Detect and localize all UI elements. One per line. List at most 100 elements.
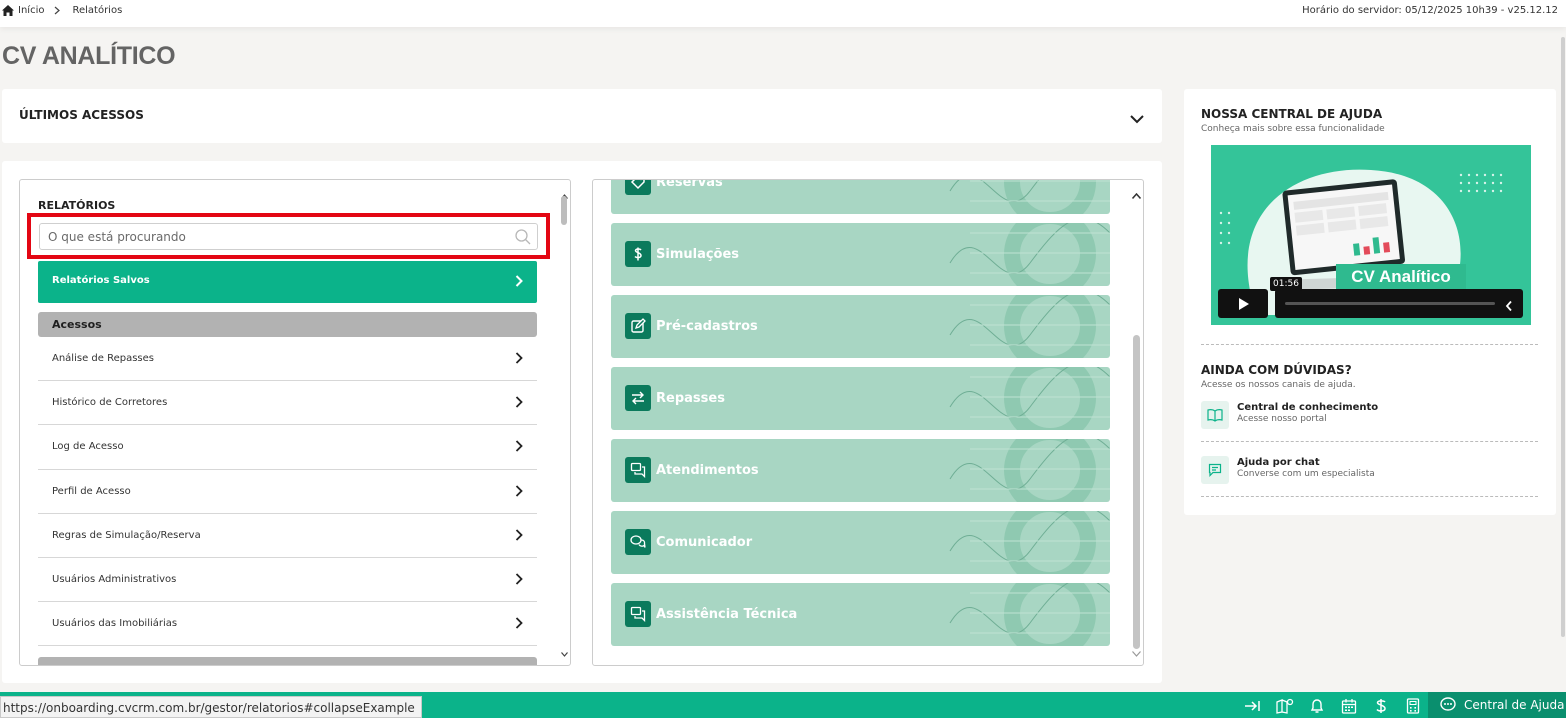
report-item-label: Histórico de Corretores <box>52 397 168 409</box>
calculator-icon[interactable] <box>1403 697 1422 715</box>
calendar-icon[interactable] <box>1339 697 1358 715</box>
report-item-label: Log de Acesso <box>52 441 124 453</box>
group-header-acessos[interactable]: Acessos <box>38 312 537 337</box>
breadcrumb-home[interactable]: Início <box>18 5 44 16</box>
edit-icon <box>625 313 651 339</box>
scrollbar-thumb[interactable] <box>561 196 567 225</box>
recent-access-panel[interactable]: ÚLTIMOS ACESSOS <box>2 89 1162 143</box>
module-card-comunicador[interactable]: Comunicador <box>611 511 1110 574</box>
chevron-right-icon <box>54 6 61 15</box>
help-panel: NOSSA CENTRAL DE AJUDA Conheça mais sobr… <box>1184 89 1556 515</box>
scroll-up-icon[interactable] <box>1131 184 1142 203</box>
video-progress[interactable] <box>1285 302 1495 305</box>
chevron-right-icon <box>515 529 523 544</box>
module-card-atendimentos[interactable]: Atendimentos <box>611 439 1110 502</box>
chat-icon <box>625 457 651 483</box>
book-icon <box>1201 401 1229 429</box>
saved-reports-label: Relatórios Salvos <box>52 275 150 286</box>
saved-reports-button[interactable]: Relatórios Salvos <box>38 261 537 303</box>
chat-help-link[interactable]: Ajuda por chat Converse com um especiali… <box>1201 456 1538 486</box>
doubts-subtitle: Acesse os nossos canais de ajuda. <box>1201 380 1356 390</box>
play-button[interactable] <box>1218 289 1268 318</box>
link-desc: Acesse nosso portal <box>1237 414 1327 424</box>
report-item[interactable]: Usuários das Imobiliárias <box>38 602 537 647</box>
scrollbar-thumb[interactable] <box>1133 335 1140 649</box>
modules-scrollbar[interactable] <box>1129 180 1143 665</box>
chevron-right-icon <box>515 396 523 411</box>
chevron-right-icon <box>515 440 523 455</box>
chevron-right-icon <box>515 275 523 290</box>
collapse-icon[interactable] <box>1243 697 1262 715</box>
report-item[interactable]: Análise de Repasses <box>38 337 537 382</box>
module-card-assistencia-tecnica[interactable]: Assistência Técnica <box>611 583 1110 646</box>
chevron-right-icon <box>515 617 523 632</box>
wave-decoration <box>949 223 1110 286</box>
breadcrumb-current: Relatórios <box>72 5 123 16</box>
wave-decoration <box>949 180 1110 214</box>
wave-decoration <box>949 511 1110 574</box>
report-item-label: Usuários Administrativos <box>52 573 177 585</box>
chat-icon <box>625 601 651 627</box>
report-item-label: Usuários das Imobiliárias <box>52 618 178 630</box>
module-card-reservas[interactable]: Reservas <box>611 180 1110 214</box>
report-item[interactable]: Usuários Administrativos <box>38 558 537 603</box>
main-panel: RELATÓRIOS Relatórios Salvos Acessos Aná… <box>2 161 1162 683</box>
module-card-list: Reservas Simulações Pré-cadastros Repass… <box>611 180 1110 655</box>
status-url: https://onboarding.cvcrm.com.br/gestor/r… <box>0 696 422 718</box>
reports-scrollbar[interactable] <box>558 180 570 665</box>
scrollbar-thumb[interactable] <box>1561 37 1565 637</box>
report-item[interactable]: Histórico de Corretores <box>38 381 537 426</box>
video-controls[interactable] <box>1275 289 1523 318</box>
report-item[interactable]: Perfil de Acesso <box>38 470 537 514</box>
wave-decoration <box>949 439 1110 502</box>
video-time: 01:56 <box>1270 277 1302 291</box>
breadcrumb: Início Relatórios <box>2 5 122 16</box>
dollar-icon[interactable] <box>1371 697 1390 715</box>
chevron-right-icon <box>515 573 523 588</box>
module-card-simulacoes[interactable]: Simulações <box>611 223 1110 286</box>
module-label: Pré-cadastros <box>656 319 758 334</box>
divider <box>1201 496 1538 497</box>
link-title: Central de conhecimento <box>1237 402 1379 413</box>
module-card-pre-cadastros[interactable]: Pré-cadastros <box>611 295 1110 358</box>
search-icon[interactable] <box>515 229 531 249</box>
group-header-next[interactable] <box>38 657 537 665</box>
help-subtitle: Conheça mais sobre essa funcionalidade <box>1201 124 1385 134</box>
scroll-down-icon[interactable] <box>561 642 568 661</box>
home-icon[interactable] <box>2 5 14 16</box>
search-box[interactable] <box>39 223 538 250</box>
chevron-down-icon[interactable] <box>1130 109 1144 128</box>
doubts-title: AINDA COM DÚVIDAS? <box>1201 363 1352 377</box>
chat-icon <box>1201 456 1229 484</box>
map-pin-icon[interactable] <box>1275 697 1294 715</box>
module-label: Simulações <box>656 247 740 262</box>
wave-decoration <box>949 295 1110 358</box>
bell-icon[interactable] <box>1307 697 1326 715</box>
report-list: Análise de Repasses Histórico de Correto… <box>38 337 537 647</box>
module-label: Assistência Técnica <box>656 607 798 622</box>
group-label: Acessos <box>52 318 102 331</box>
report-item-label: Perfil de Acesso <box>52 485 131 497</box>
scroll-down-icon[interactable] <box>1132 642 1141 661</box>
module-label: Atendimentos <box>656 463 759 478</box>
tag-icon <box>625 180 651 195</box>
report-item[interactable]: Regras de Simulação/Reserva <box>38 514 537 558</box>
reports-heading: RELATÓRIOS <box>38 199 116 212</box>
knowledge-base-link[interactable]: Central de conhecimento Acesse nosso por… <box>1201 401 1538 431</box>
report-item[interactable]: Log de Acesso <box>38 425 537 470</box>
chat-bubbles-icon <box>625 529 651 555</box>
reports-list-panel: RELATÓRIOS Relatórios Salvos Acessos Aná… <box>19 179 571 666</box>
help-center-label: Central de Ajuda <box>1464 698 1565 712</box>
module-card-repasses[interactable]: Repasses <box>611 367 1110 430</box>
dollar-icon <box>625 241 651 267</box>
chevron-left-icon[interactable] <box>1505 297 1513 316</box>
divider <box>1201 441 1538 442</box>
page-scrollbar[interactable] <box>1560 27 1566 692</box>
wave-decoration <box>949 367 1110 430</box>
chevron-right-icon <box>515 352 523 367</box>
search-input[interactable] <box>40 224 537 249</box>
link-title: Ajuda por chat <box>1237 457 1320 468</box>
video-player[interactable]: CV Analítico 01:56 <box>1211 145 1531 325</box>
transfer-icon <box>625 385 651 411</box>
help-center-button[interactable]: Central de Ajuda <box>1428 692 1566 718</box>
